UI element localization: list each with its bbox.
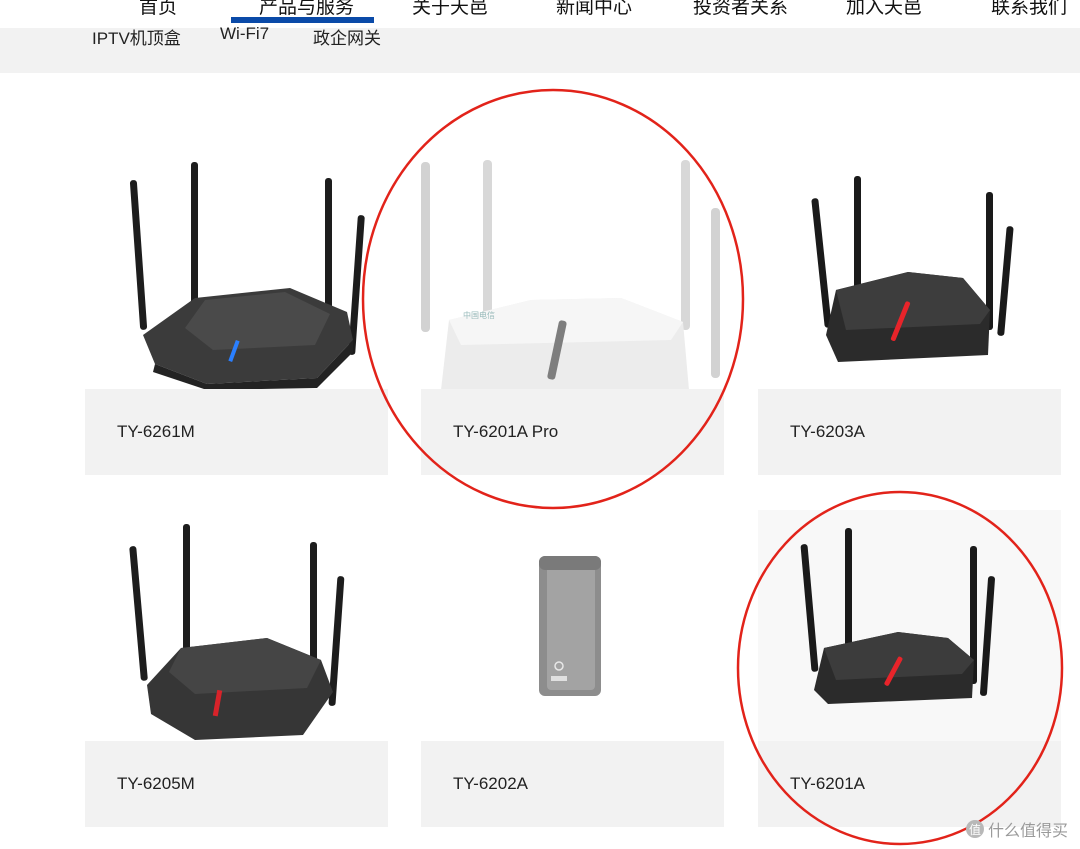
nav-active-indicator: [231, 17, 374, 23]
black-router-red-led-icon: [758, 140, 1061, 390]
svg-text:中国电信: 中国电信: [463, 310, 495, 320]
black-router-blue-led-icon: [85, 140, 388, 390]
product-card-ty-6202a[interactable]: TY-6202A: [421, 510, 724, 827]
sub-nav-iptv[interactable]: IPTV机顶盒: [92, 24, 181, 49]
product-card-ty-6261m[interactable]: TY-6261M: [85, 140, 388, 475]
sub-nav: IPTV机顶盒 Wi-Fi7 政企网关: [0, 24, 1080, 73]
sub-nav-wifi7[interactable]: Wi-Fi7: [220, 24, 269, 44]
product-card-ty-6205m[interactable]: TY-6205M: [85, 510, 388, 827]
product-model: TY-6203A: [790, 422, 865, 441]
nav-item-investors[interactable]: 投资者关系: [693, 0, 788, 19]
nav-item-home[interactable]: 首页: [139, 0, 177, 19]
black-router-red-led-icon: [85, 510, 388, 741]
watermark-badge-icon: 值: [965, 820, 984, 838]
nav-item-news[interactable]: 新闻中心: [556, 0, 632, 19]
nav-item-about[interactable]: 关于天邑: [412, 0, 488, 19]
product-label-box: TY-6201A: [758, 741, 1061, 827]
product-label-box: TY-6261M: [85, 389, 388, 475]
nav-item-contact[interactable]: 联系我们: [991, 0, 1067, 19]
nav-item-join[interactable]: 加入天邑: [846, 0, 922, 19]
product-model: TY-6205M: [117, 774, 195, 793]
sub-nav-enterprise[interactable]: 政企网关: [313, 24, 381, 49]
product-model: TY-6201A Pro: [453, 422, 559, 441]
product-model: TY-6202A: [453, 774, 528, 793]
black-router-red-led-icon: [758, 510, 1061, 741]
product-model: TY-6261M: [117, 422, 195, 441]
product-label-box: TY-6202A: [421, 741, 724, 827]
white-router-icon: 中国电信: [421, 140, 724, 390]
product-card-ty-6201a-pro[interactable]: 中国电信 TY-6201A Pro: [421, 140, 724, 475]
watermark: 值 什么值得买: [965, 817, 1068, 841]
watermark-text: 什么值得买: [987, 823, 1068, 840]
product-model: TY-6201A: [790, 774, 865, 793]
product-card-ty-6203a[interactable]: TY-6203A: [758, 140, 1061, 475]
gray-tower-device-icon: [421, 510, 724, 741]
product-label-box: TY-6205M: [85, 741, 388, 827]
product-card-ty-6201a[interactable]: TY-6201A: [758, 510, 1061, 827]
product-label-box: TY-6203A: [758, 389, 1061, 475]
product-label-box: TY-6201A Pro: [421, 389, 724, 475]
